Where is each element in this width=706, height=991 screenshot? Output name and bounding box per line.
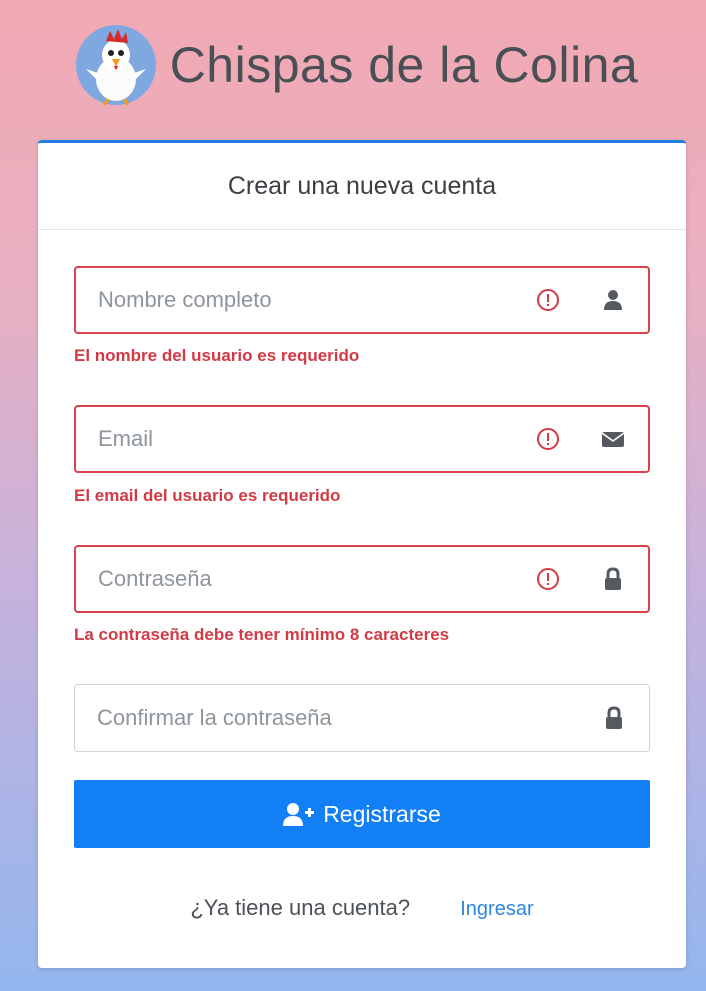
- register-button[interactable]: Registrarse: [74, 780, 650, 848]
- app-title: Chispas de la Colina: [169, 37, 639, 93]
- rooster-logo-icon: [75, 25, 156, 106]
- password-field: [74, 545, 650, 613]
- password-error: La contraseña debe tener mínimo 8 caract…: [74, 625, 450, 644]
- lock-icon: [606, 706, 622, 729]
- card-title: Crear una nueva cuenta: [38, 143, 686, 230]
- app-header: Chispas de la Colina: [0, 0, 706, 130]
- email-error: El email del usuario es requerido: [74, 486, 341, 505]
- warning-icon: [537, 428, 559, 450]
- warning-icon: [537, 289, 559, 311]
- envelope-icon: [601, 432, 625, 447]
- login-prompt-text: ¿Ya tiene una cuenta?: [190, 895, 411, 920]
- user-icon: [604, 290, 622, 310]
- confirm-password-field: [74, 684, 650, 752]
- password-input[interactable]: [76, 546, 536, 612]
- name-field: [74, 266, 650, 334]
- name-error: El nombre del usuario es requerido: [74, 346, 360, 365]
- login-prompt: ¿Ya tiene una cuenta? Ingresar: [38, 895, 686, 921]
- confirm-password-input[interactable]: [75, 684, 601, 752]
- login-link[interactable]: Ingresar: [460, 898, 533, 920]
- register-button-label: Registrarse: [323, 800, 441, 827]
- email-field: [74, 405, 650, 473]
- user-plus-icon: [283, 803, 315, 826]
- name-input[interactable]: [76, 267, 536, 333]
- warning-icon: [537, 568, 559, 590]
- email-input[interactable]: [76, 406, 536, 472]
- register-card: Crear una nueva cuenta El nombre del usu…: [38, 140, 686, 968]
- lock-icon: [605, 567, 621, 590]
